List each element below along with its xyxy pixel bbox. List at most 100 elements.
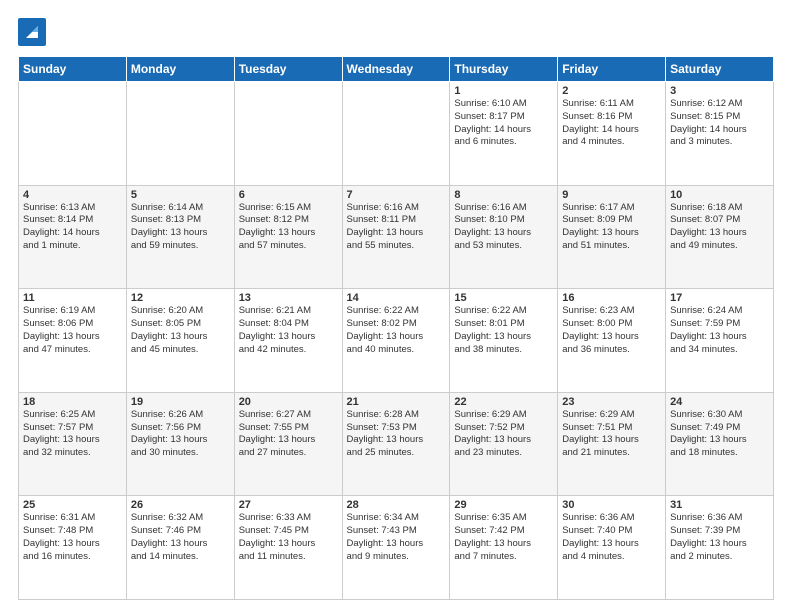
day-number: 22 [454, 396, 553, 408]
day-number: 18 [23, 396, 122, 408]
day-number: 7 [347, 189, 446, 201]
day-info: Sunrise: 6:24 AM Sunset: 7:59 PM Dayligh… [670, 305, 769, 356]
day-info: Sunrise: 6:19 AM Sunset: 8:06 PM Dayligh… [23, 305, 122, 356]
day-number: 31 [670, 499, 769, 511]
day-info: Sunrise: 6:18 AM Sunset: 8:07 PM Dayligh… [670, 202, 769, 253]
calendar-cell: 29Sunrise: 6:35 AM Sunset: 7:42 PM Dayli… [450, 496, 558, 600]
day-number: 14 [347, 292, 446, 304]
calendar-cell: 22Sunrise: 6:29 AM Sunset: 7:52 PM Dayli… [450, 392, 558, 496]
calendar-cell: 30Sunrise: 6:36 AM Sunset: 7:40 PM Dayli… [558, 496, 666, 600]
day-info: Sunrise: 6:22 AM Sunset: 8:01 PM Dayligh… [454, 305, 553, 356]
calendar-cell: 19Sunrise: 6:26 AM Sunset: 7:56 PM Dayli… [126, 392, 234, 496]
calendar-week-row: 1Sunrise: 6:10 AM Sunset: 8:17 PM Daylig… [19, 82, 774, 186]
day-number: 15 [454, 292, 553, 304]
calendar-cell: 9Sunrise: 6:17 AM Sunset: 8:09 PM Daylig… [558, 185, 666, 289]
calendar-cell: 31Sunrise: 6:36 AM Sunset: 7:39 PM Dayli… [666, 496, 774, 600]
calendar-cell: 10Sunrise: 6:18 AM Sunset: 8:07 PM Dayli… [666, 185, 774, 289]
day-info: Sunrise: 6:14 AM Sunset: 8:13 PM Dayligh… [131, 202, 230, 253]
day-number: 2 [562, 85, 661, 97]
day-info: Sunrise: 6:21 AM Sunset: 8:04 PM Dayligh… [239, 305, 338, 356]
calendar-header-row: SundayMondayTuesdayWednesdayThursdayFrid… [19, 57, 774, 82]
day-info: Sunrise: 6:26 AM Sunset: 7:56 PM Dayligh… [131, 409, 230, 460]
calendar-cell: 28Sunrise: 6:34 AM Sunset: 7:43 PM Dayli… [342, 496, 450, 600]
day-info: Sunrise: 6:35 AM Sunset: 7:42 PM Dayligh… [454, 512, 553, 563]
calendar-cell: 17Sunrise: 6:24 AM Sunset: 7:59 PM Dayli… [666, 289, 774, 393]
calendar-cell: 15Sunrise: 6:22 AM Sunset: 8:01 PM Dayli… [450, 289, 558, 393]
calendar-cell: 27Sunrise: 6:33 AM Sunset: 7:45 PM Dayli… [234, 496, 342, 600]
day-number: 5 [131, 189, 230, 201]
calendar-cell: 24Sunrise: 6:30 AM Sunset: 7:49 PM Dayli… [666, 392, 774, 496]
calendar-week-row: 18Sunrise: 6:25 AM Sunset: 7:57 PM Dayli… [19, 392, 774, 496]
day-number: 10 [670, 189, 769, 201]
day-info: Sunrise: 6:30 AM Sunset: 7:49 PM Dayligh… [670, 409, 769, 460]
day-info: Sunrise: 6:12 AM Sunset: 8:15 PM Dayligh… [670, 98, 769, 149]
day-info: Sunrise: 6:16 AM Sunset: 8:11 PM Dayligh… [347, 202, 446, 253]
day-number: 1 [454, 85, 553, 97]
calendar-cell: 25Sunrise: 6:31 AM Sunset: 7:48 PM Dayli… [19, 496, 127, 600]
day-info: Sunrise: 6:11 AM Sunset: 8:16 PM Dayligh… [562, 98, 661, 149]
day-info: Sunrise: 6:34 AM Sunset: 7:43 PM Dayligh… [347, 512, 446, 563]
header [18, 18, 774, 46]
day-number: 11 [23, 292, 122, 304]
day-info: Sunrise: 6:15 AM Sunset: 8:12 PM Dayligh… [239, 202, 338, 253]
day-info: Sunrise: 6:20 AM Sunset: 8:05 PM Dayligh… [131, 305, 230, 356]
day-number: 19 [131, 396, 230, 408]
day-number: 26 [131, 499, 230, 511]
day-number: 8 [454, 189, 553, 201]
calendar-body: 1Sunrise: 6:10 AM Sunset: 8:17 PM Daylig… [19, 82, 774, 600]
day-info: Sunrise: 6:25 AM Sunset: 7:57 PM Dayligh… [23, 409, 122, 460]
calendar-cell: 14Sunrise: 6:22 AM Sunset: 8:02 PM Dayli… [342, 289, 450, 393]
day-number: 12 [131, 292, 230, 304]
calendar-cell: 5Sunrise: 6:14 AM Sunset: 8:13 PM Daylig… [126, 185, 234, 289]
day-number: 20 [239, 396, 338, 408]
calendar-cell: 16Sunrise: 6:23 AM Sunset: 8:00 PM Dayli… [558, 289, 666, 393]
calendar-cell: 2Sunrise: 6:11 AM Sunset: 8:16 PM Daylig… [558, 82, 666, 186]
day-info: Sunrise: 6:23 AM Sunset: 8:00 PM Dayligh… [562, 305, 661, 356]
calendar-cell: 4Sunrise: 6:13 AM Sunset: 8:14 PM Daylig… [19, 185, 127, 289]
day-info: Sunrise: 6:36 AM Sunset: 7:40 PM Dayligh… [562, 512, 661, 563]
day-info: Sunrise: 6:13 AM Sunset: 8:14 PM Dayligh… [23, 202, 122, 253]
day-info: Sunrise: 6:33 AM Sunset: 7:45 PM Dayligh… [239, 512, 338, 563]
calendar-cell: 8Sunrise: 6:16 AM Sunset: 8:10 PM Daylig… [450, 185, 558, 289]
calendar-cell [342, 82, 450, 186]
calendar-cell: 18Sunrise: 6:25 AM Sunset: 7:57 PM Dayli… [19, 392, 127, 496]
day-number: 25 [23, 499, 122, 511]
calendar-cell: 7Sunrise: 6:16 AM Sunset: 8:11 PM Daylig… [342, 185, 450, 289]
calendar-cell: 13Sunrise: 6:21 AM Sunset: 8:04 PM Dayli… [234, 289, 342, 393]
calendar-cell [126, 82, 234, 186]
calendar-week-row: 11Sunrise: 6:19 AM Sunset: 8:06 PM Dayli… [19, 289, 774, 393]
logo-icon [18, 18, 46, 46]
day-number: 30 [562, 499, 661, 511]
calendar-weekday: Sunday [19, 57, 127, 82]
day-info: Sunrise: 6:10 AM Sunset: 8:17 PM Dayligh… [454, 98, 553, 149]
calendar-cell: 6Sunrise: 6:15 AM Sunset: 8:12 PM Daylig… [234, 185, 342, 289]
day-number: 24 [670, 396, 769, 408]
day-info: Sunrise: 6:16 AM Sunset: 8:10 PM Dayligh… [454, 202, 553, 253]
day-number: 21 [347, 396, 446, 408]
calendar-cell: 21Sunrise: 6:28 AM Sunset: 7:53 PM Dayli… [342, 392, 450, 496]
day-info: Sunrise: 6:27 AM Sunset: 7:55 PM Dayligh… [239, 409, 338, 460]
day-info: Sunrise: 6:22 AM Sunset: 8:02 PM Dayligh… [347, 305, 446, 356]
day-info: Sunrise: 6:28 AM Sunset: 7:53 PM Dayligh… [347, 409, 446, 460]
day-number: 28 [347, 499, 446, 511]
calendar-cell: 23Sunrise: 6:29 AM Sunset: 7:51 PM Dayli… [558, 392, 666, 496]
calendar-cell: 1Sunrise: 6:10 AM Sunset: 8:17 PM Daylig… [450, 82, 558, 186]
calendar-weekday: Wednesday [342, 57, 450, 82]
day-info: Sunrise: 6:32 AM Sunset: 7:46 PM Dayligh… [131, 512, 230, 563]
day-number: 17 [670, 292, 769, 304]
day-number: 23 [562, 396, 661, 408]
day-number: 9 [562, 189, 661, 201]
day-number: 29 [454, 499, 553, 511]
calendar-cell: 12Sunrise: 6:20 AM Sunset: 8:05 PM Dayli… [126, 289, 234, 393]
calendar-weekday: Saturday [666, 57, 774, 82]
calendar-week-row: 4Sunrise: 6:13 AM Sunset: 8:14 PM Daylig… [19, 185, 774, 289]
calendar-cell: 11Sunrise: 6:19 AM Sunset: 8:06 PM Dayli… [19, 289, 127, 393]
day-info: Sunrise: 6:31 AM Sunset: 7:48 PM Dayligh… [23, 512, 122, 563]
logo [18, 18, 50, 46]
calendar-weekday: Monday [126, 57, 234, 82]
page: SundayMondayTuesdayWednesdayThursdayFrid… [0, 0, 792, 612]
day-number: 13 [239, 292, 338, 304]
day-number: 16 [562, 292, 661, 304]
calendar-week-row: 25Sunrise: 6:31 AM Sunset: 7:48 PM Dayli… [19, 496, 774, 600]
day-number: 6 [239, 189, 338, 201]
